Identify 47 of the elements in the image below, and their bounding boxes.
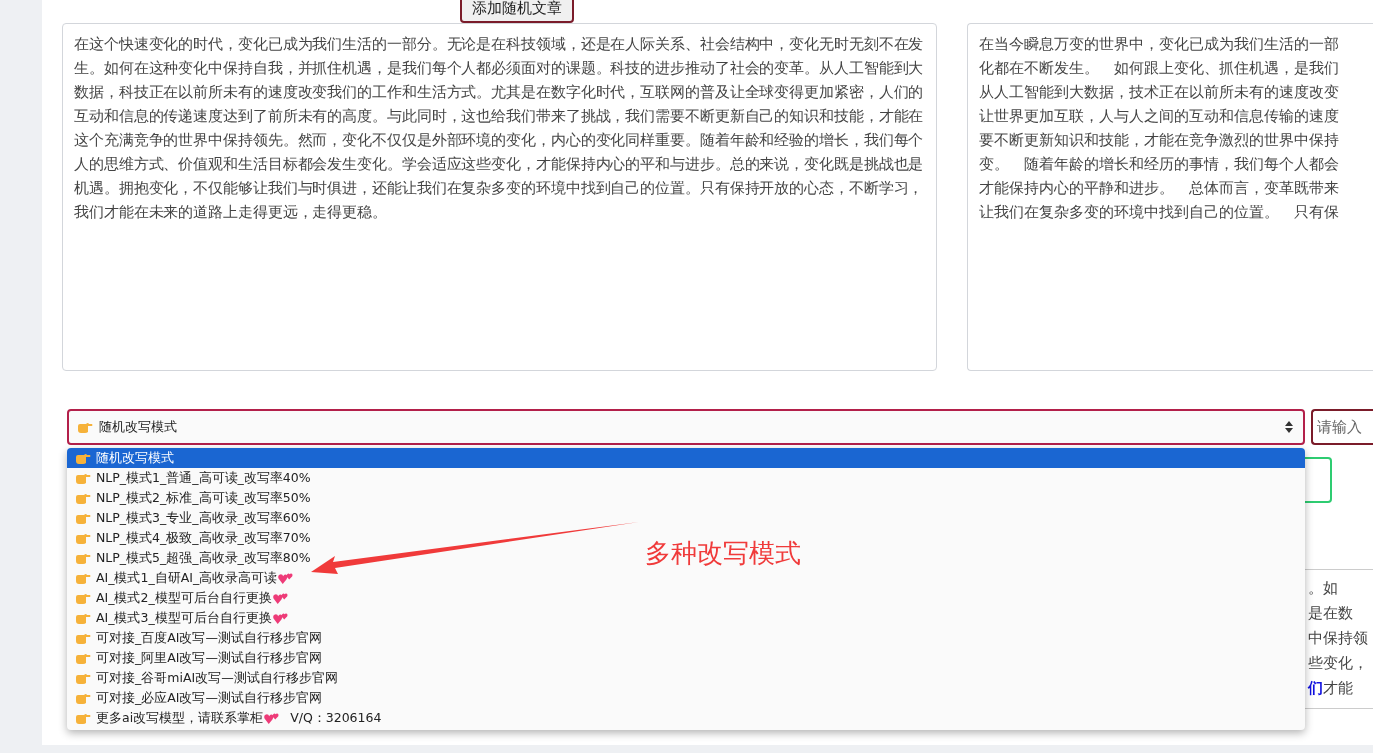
mode-option[interactable]: 可对接_百度AI改写—测试自行移步官网	[67, 628, 330, 648]
mode-option[interactable]: NLP_模式5_超强_高收录_改写率80%	[67, 548, 319, 568]
hearts-icon	[272, 591, 288, 605]
result-text: 是在数	[1308, 604, 1353, 622]
pointing-hand-icon	[75, 651, 91, 665]
result-text: 。	[1308, 579, 1323, 597]
result-text: 些变化，	[1308, 654, 1368, 672]
pointing-hand-icon	[75, 611, 91, 625]
pointing-hand-icon	[75, 551, 91, 565]
annotation-text: 多种改写模式	[645, 537, 801, 570]
pointing-hand-icon	[75, 591, 91, 605]
pointing-hand-icon	[77, 420, 93, 434]
result-text: 中保持领	[1308, 629, 1368, 647]
result-text: 如	[1323, 579, 1338, 597]
hearts-icon	[278, 571, 294, 585]
source-text-area[interactable]: 在这个快速变化的时代，变化已成为我们生活的一部分。无论是在科技领域，还是在人际关系、社会结构中，变化无时无刻不在发生。如何在这种变化中保持自我，并抓住机遇，是我们每个人都必须面对的课题。科技的进步推动了社会的变革。从人工智能到大数据，科技正在以前所未有的速度改变我们的工作和生活方式。尤其是在数字化时代，互联网的普及让全球变得更加紧密，人们的互动和信息的传递速度达到了前所未有的高度。与此同时，这也给我们带来了挑战，我们需要不断更新自己的知识和技能，才能在这个充满竞争的世界中保持领先。然而，变化不仅仅是外部环境的变化，内心的变化同样重要。随着年龄和经验的增长，我们每个人的思维方式、价值观和生活目标都会发生变化。学会适应这些变化，才能保持内心的平和与进步。总的来说，变化既是挑战也是机遇。拥抱变化，不仅能够让我们与时俱进，还能让我们在复杂多变的环境中找到自己的位置。只有保持开放的心态，不断学习，我们才能在未来的道路上走得更远，走得更稳。	[62, 23, 937, 371]
hearts-icon	[272, 611, 288, 625]
mode-option[interactable]: 随机改写模式	[67, 448, 1305, 468]
pointing-hand-icon	[75, 471, 91, 485]
test-input-field[interactable]: 请输入	[1311, 409, 1373, 445]
sort-caret-icon	[1285, 421, 1293, 433]
mode-option[interactable]: 可对接_阿里AI改写—测试自行移步官网	[67, 648, 330, 668]
mode-option[interactable]: NLP_模式1_普通_高可读_改写率40%	[67, 468, 319, 488]
mode-option[interactable]: 更多ai改写模型，请联系掌柜 V/Q：3206164	[67, 708, 390, 728]
pointing-hand-icon	[75, 631, 91, 645]
mode-option[interactable]: NLP_模式3_专业_高收录_改写率60%	[67, 508, 319, 528]
rewritten-text-area[interactable]: 在当今瞬息万变的世界中，变化已成为我们生活的一部 化都在不断发生。 如何跟上变化、抓住机遇，是我们 从人工智能到大数据，技术正在以前所未有的速度改变 让世界更加互联，人与人之间的互动和信息传输的速度 要不断更新知识和技能，才能在竞争激烈的世界中保持 变。 随着年龄的增长和经历的事情，我们每个人都会 才能保持内心的平静和进步。 总体而言，变革既带来 让我们在复杂多变的环境中找到自己的位置。 只有保	[967, 23, 1373, 371]
pointing-hand-icon	[75, 451, 91, 465]
pointing-hand-icon	[75, 571, 91, 585]
pointing-hand-icon	[75, 671, 91, 685]
mode-option[interactable]: AI_模式2_模型可后台自行更换	[67, 588, 296, 608]
pointing-hand-icon	[75, 511, 91, 525]
pointing-hand-icon	[75, 691, 91, 705]
mode-option[interactable]: 可对接_必应AI改写—测试自行移步官网	[67, 688, 330, 708]
mode-option[interactable]: NLP_模式2_标准_高可读_改写率50%	[67, 488, 319, 508]
mode-select[interactable]: 随机改写模式	[67, 409, 1305, 445]
result-text: 才能	[1323, 679, 1353, 697]
add-random-article-button[interactable]: 添加随机文章	[460, 0, 574, 23]
word-link[interactable]: 们	[1308, 679, 1323, 697]
mode-option[interactable]: AI_模式1_自研AI_高收录高可读	[67, 568, 302, 588]
pointing-hand-icon	[75, 531, 91, 545]
mode-option[interactable]: 可对接_谷哥miAI改写—测试自行移步官网	[67, 668, 346, 688]
hearts-icon	[264, 711, 280, 725]
pointing-hand-icon	[75, 491, 91, 505]
mode-option[interactable]: NLP_模式4_极致_高收录_改写率70%	[67, 528, 319, 548]
mode-option[interactable]: AI_模式3_模型可后台自行更换	[67, 608, 296, 628]
pointing-hand-icon	[75, 711, 91, 725]
